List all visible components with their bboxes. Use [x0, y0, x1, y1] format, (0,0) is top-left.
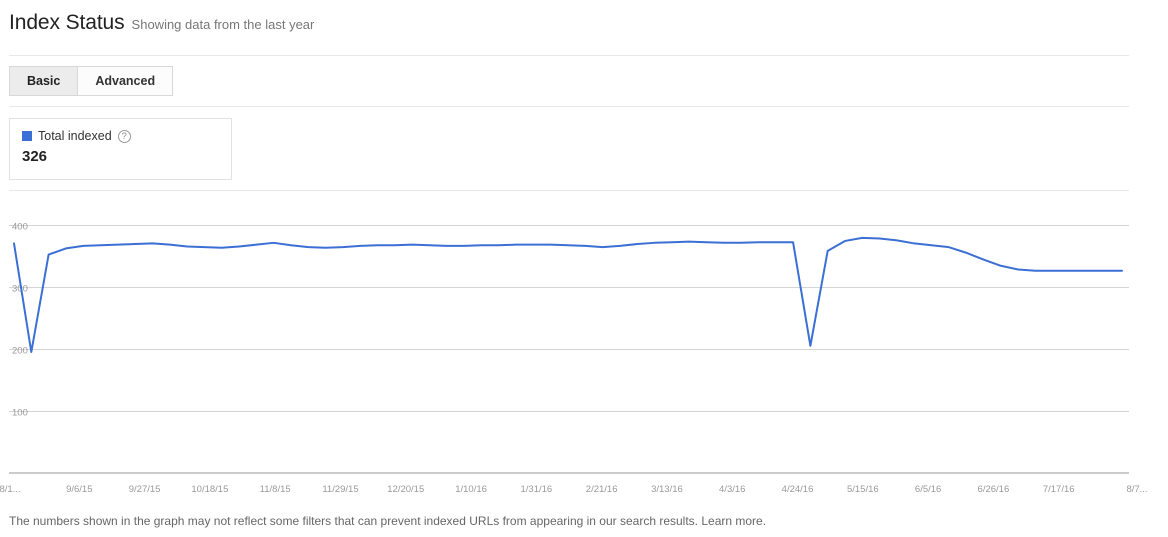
legend-total-indexed[interactable]: Total indexed ? 326: [9, 118, 232, 180]
legend-row: Total indexed ?: [22, 128, 219, 144]
learn-more-link[interactable]: Learn more.: [701, 514, 766, 528]
legend-value: 326: [22, 148, 48, 165]
x-tick-label: 9/6/15: [66, 484, 92, 495]
y-tick-200: 200: [12, 346, 28, 357]
x-tick-label: 1/10/16: [455, 484, 487, 495]
chart-line-total-indexed: [13, 236, 1123, 354]
x-tick-label: 1/31/16: [521, 484, 553, 495]
header-divider: [9, 55, 1129, 56]
x-tick-label: 2/21/16: [586, 484, 618, 495]
tab-basic-label: Basic: [27, 74, 61, 88]
tab-advanced[interactable]: Advanced: [78, 66, 174, 96]
legend-color-swatch: [22, 131, 32, 141]
index-status-chart[interactable]: 400 300 200 100 8/1... 9/6/15 9/27/15 10/18/15…: [0, 196, 1168, 496]
y-tick-100: 100: [12, 408, 28, 419]
page-subtitle: Showing data from the last year: [131, 17, 315, 32]
x-tick-label: 12/20/15: [387, 484, 424, 495]
index-status-page: Index Status Showing data from the last …: [0, 0, 1168, 537]
y-tick-400: 400: [12, 222, 28, 233]
help-circle-icon[interactable]: ?: [117, 129, 131, 143]
view-tabs: Basic Advanced: [9, 66, 174, 96]
x-tick-label: 8/1...: [0, 484, 21, 495]
x-tick-label: 8/7...: [1126, 484, 1147, 495]
chart-x-axis-labels: 8/1... 9/6/15 9/27/15 10/18/15 11/8/15 11/29/…: [0, 484, 1148, 495]
legend-divider: [9, 190, 1129, 191]
legend-label: Total indexed: [38, 129, 112, 143]
x-tick-label: 11/8/15: [260, 484, 291, 495]
x-tick-label: 4/3/16: [719, 484, 745, 495]
chart-footnote: The numbers shown in the graph may not r…: [9, 514, 766, 528]
page-header: Index Status Showing data from the last …: [9, 11, 314, 35]
tab-advanced-label: Advanced: [95, 74, 156, 88]
x-tick-label: 3/13/16: [651, 484, 683, 495]
tabs-divider: [9, 106, 1129, 107]
chart-gridlines: [9, 225, 1129, 412]
x-tick-label: 9/27/15: [129, 484, 161, 495]
footnote-text: The numbers shown in the graph may not r…: [9, 514, 699, 528]
x-tick-label: 7/17/16: [1043, 484, 1075, 495]
page-title: Index Status: [9, 11, 125, 34]
x-tick-label: 4/24/16: [782, 484, 814, 495]
chart-svg: 400300200100 8/1... 9/6/15 9/27/15 10/18/15…: [0, 222, 1148, 496]
x-tick-label: 6/26/16: [978, 484, 1010, 495]
x-tick-label: 11/29/15: [322, 484, 358, 495]
x-tick-label: 6/5/16: [915, 484, 941, 495]
x-tick-label: 10/18/15: [191, 484, 228, 495]
x-tick-label: 5/15/16: [847, 484, 879, 495]
tab-basic[interactable]: Basic: [9, 66, 79, 96]
